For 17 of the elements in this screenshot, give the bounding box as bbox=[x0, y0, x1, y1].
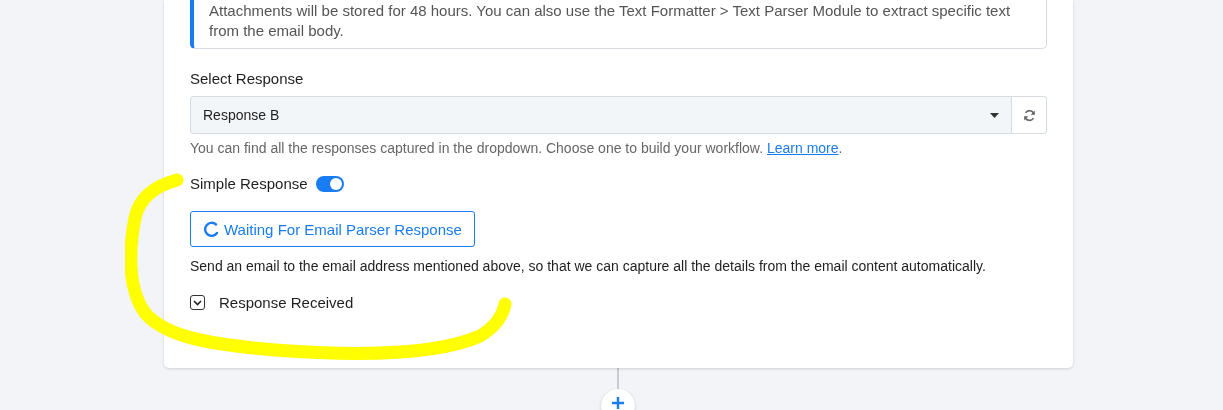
response-dropdown[interactable]: Response B bbox=[190, 96, 1012, 134]
info-text: Attachments will be stored for 48 hours. You can also use the Text Formatter > Text Parser Module to extract specific text from the email body. bbox=[209, 1, 1012, 41]
plus-icon bbox=[612, 397, 624, 409]
section-label: Response Received bbox=[219, 294, 354, 311]
caret-icon bbox=[990, 112, 999, 118]
learn-more-link[interactable]: Learn more bbox=[766, 140, 839, 156]
spinner-icon bbox=[203, 221, 219, 237]
expand-toggle[interactable] bbox=[190, 295, 205, 310]
field-label: Select Response bbox=[190, 70, 304, 87]
waiting-button[interactable]: Waiting For Email Parser Response bbox=[190, 211, 475, 247]
instruction-text: Send an email to the email address mentioned above, so that we can capture all the details from the email content automatically. bbox=[190, 258, 986, 274]
toggle-switch[interactable] bbox=[315, 175, 344, 192]
refresh-icon bbox=[1022, 108, 1036, 122]
refresh-button[interactable] bbox=[1012, 96, 1047, 134]
toggle-label: Simple Response bbox=[190, 175, 308, 192]
helper-text: You can find all the responses captured in the dropdown. Choose one to build your workflow. Learn more. bbox=[190, 140, 843, 156]
chevron-down-icon bbox=[193, 299, 202, 306]
